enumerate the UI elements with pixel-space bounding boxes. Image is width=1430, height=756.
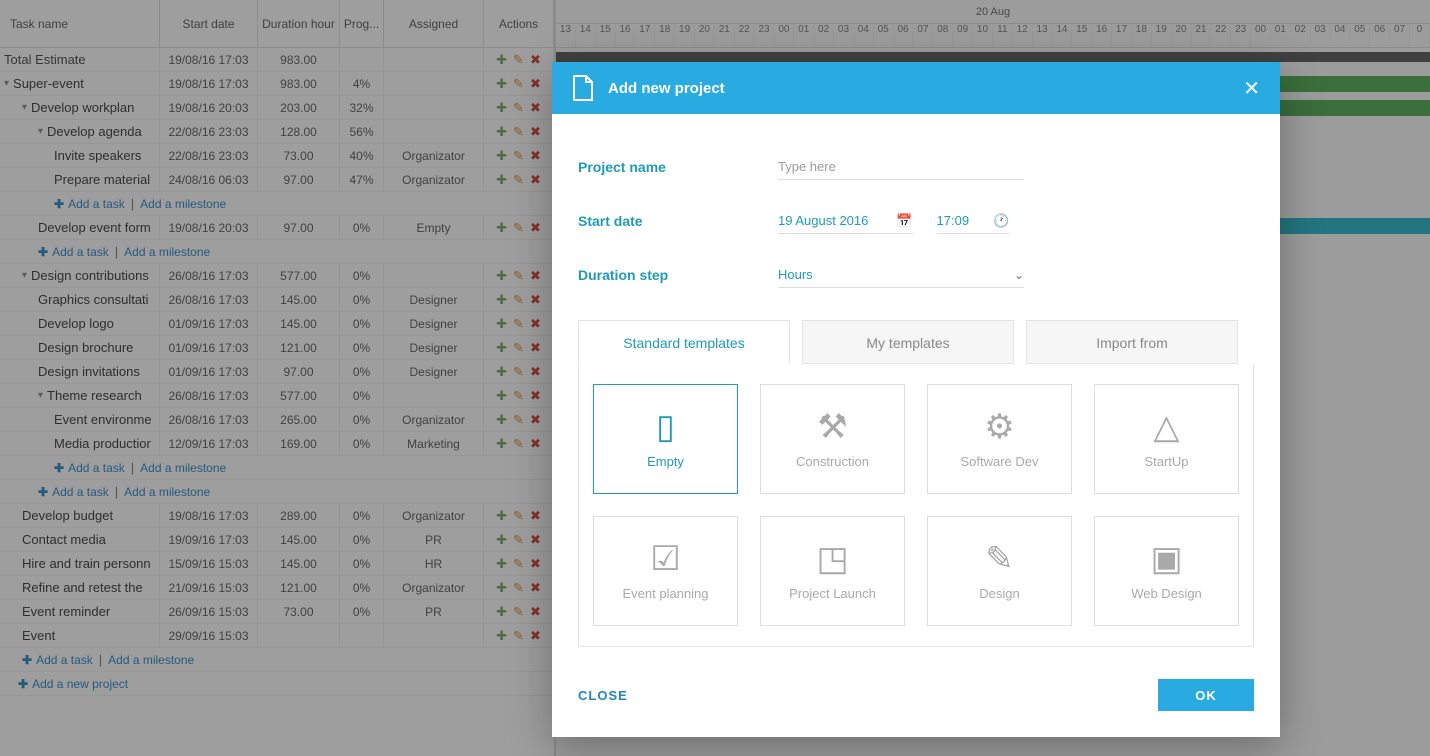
project-name-label: Project name bbox=[578, 159, 778, 175]
template-tile-web-design[interactable]: ▣ Web Design bbox=[1094, 516, 1239, 626]
template-label: Project Launch bbox=[789, 586, 876, 601]
template-icon: ▯ bbox=[656, 410, 675, 444]
duration-step-select[interactable]: Hours ⌄ bbox=[778, 262, 1024, 288]
template-icon: ⚒ bbox=[817, 410, 847, 444]
template-label: StartUp bbox=[1144, 454, 1188, 469]
duration-step-value: Hours bbox=[778, 267, 813, 282]
template-label: Design bbox=[979, 586, 1019, 601]
template-tile-construction[interactable]: ⚒ Construction bbox=[760, 384, 905, 494]
template-icon: ☑ bbox=[650, 542, 680, 576]
start-date-label: Start date bbox=[578, 213, 778, 229]
template-label: Empty bbox=[647, 454, 684, 469]
template-label: Software Dev bbox=[960, 454, 1038, 469]
dialog-footer: CLOSE OK bbox=[552, 657, 1280, 737]
template-icon: ◳ bbox=[816, 542, 848, 576]
template-label: Web Design bbox=[1131, 586, 1202, 601]
template-tile-design[interactable]: ✎ Design bbox=[927, 516, 1072, 626]
template-label: Event planning bbox=[622, 586, 708, 601]
template-icon: ▣ bbox=[1150, 542, 1182, 576]
template-tile-project-launch[interactable]: ◳ Project Launch bbox=[760, 516, 905, 626]
dialog-header: Add new project ✕ bbox=[552, 62, 1280, 114]
clock-icon[interactable]: 🕐 bbox=[993, 213, 1009, 229]
calendar-icon[interactable]: 📅 bbox=[896, 213, 912, 229]
dialog-title: Add new project bbox=[608, 80, 725, 97]
start-date-value: 19 August 2016 bbox=[778, 213, 868, 228]
dialog-body: Project name Start date 19 August 2016 📅… bbox=[552, 114, 1280, 657]
chevron-down-icon: ⌄ bbox=[1014, 268, 1024, 282]
start-time-value: 17:09 bbox=[937, 213, 970, 228]
templates-panel: ▯ Empty ⚒ Construction ⚙ Software Dev △ StartUp… bbox=[578, 364, 1254, 647]
template-tile-startup[interactable]: △ StartUp bbox=[1094, 384, 1239, 494]
start-date-input[interactable]: 19 August 2016 📅 bbox=[778, 208, 913, 234]
template-icon: ⚙ bbox=[984, 410, 1014, 444]
duration-step-label: Duration step bbox=[578, 267, 778, 283]
template-tile-empty[interactable]: ▯ Empty bbox=[593, 384, 738, 494]
close-button[interactable]: CLOSE bbox=[578, 688, 628, 703]
start-time-input[interactable]: 17:09 🕐 bbox=[937, 208, 1010, 234]
template-tabs: Standard templates My templates Import f… bbox=[578, 320, 1254, 364]
tab-standard-templates[interactable]: Standard templates bbox=[578, 320, 790, 364]
add-project-dialog: Add new project ✕ Project name Start dat… bbox=[552, 62, 1280, 737]
template-icon: △ bbox=[1153, 410, 1179, 444]
ok-button[interactable]: OK bbox=[1158, 679, 1254, 711]
template-tile-software-dev[interactable]: ⚙ Software Dev bbox=[927, 384, 1072, 494]
close-icon[interactable]: ✕ bbox=[1243, 76, 1260, 101]
tab-my-templates[interactable]: My templates bbox=[802, 320, 1014, 364]
template-tile-event-planning[interactable]: ☑ Event planning bbox=[593, 516, 738, 626]
template-label: Construction bbox=[796, 454, 869, 469]
tab-import-from[interactable]: Import from bbox=[1026, 320, 1238, 364]
new-file-icon bbox=[572, 75, 594, 101]
project-name-input[interactable] bbox=[778, 154, 1024, 180]
template-icon: ✎ bbox=[985, 542, 1014, 576]
